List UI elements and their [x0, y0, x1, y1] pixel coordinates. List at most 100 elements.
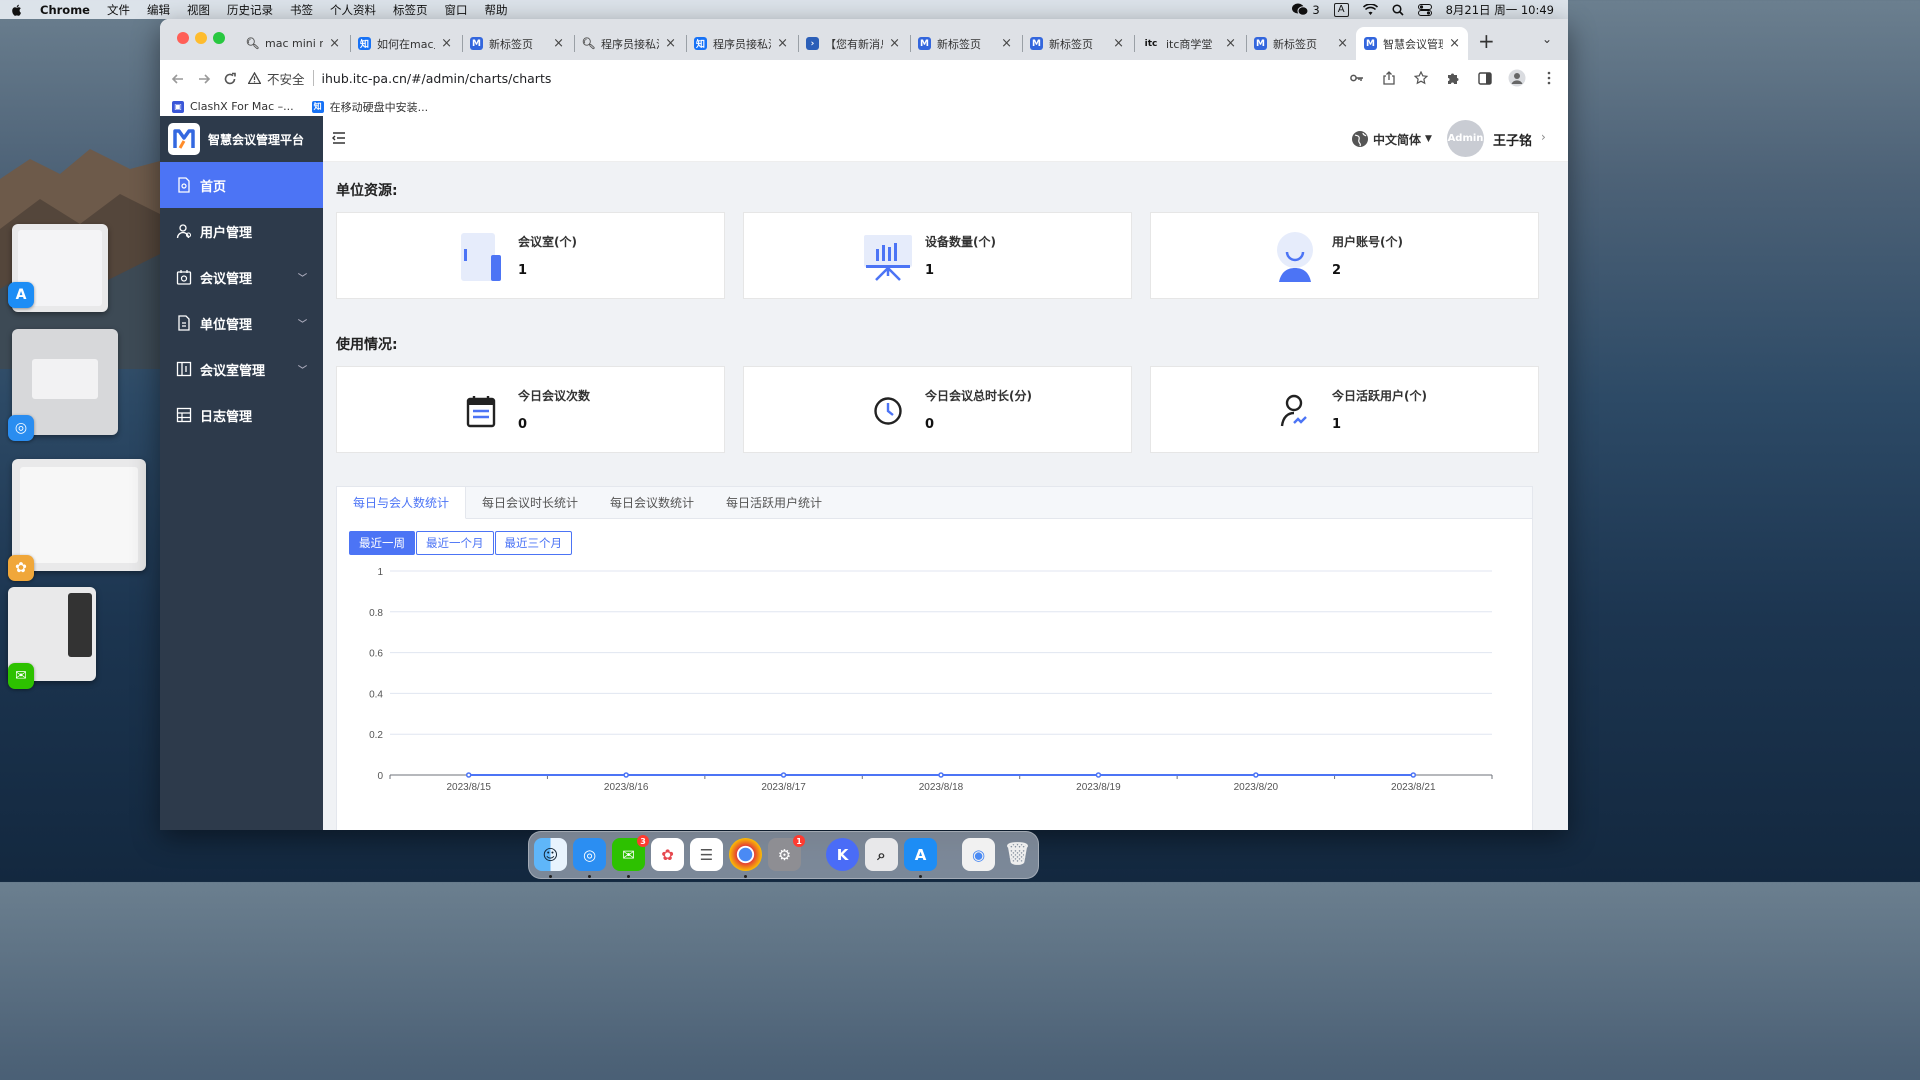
tab-close-icon[interactable]: ×: [1449, 36, 1460, 51]
browser-tab-active[interactable]: M 智慧会议管理 ×: [1356, 27, 1468, 60]
tab-daily-meetings[interactable]: 每日会议数统计: [594, 487, 710, 518]
tab-close-icon[interactable]: ×: [1225, 36, 1236, 51]
browser-tab[interactable]: 知 如何在mac上 ×: [350, 27, 460, 60]
new-tab-button[interactable]: +: [1478, 29, 1495, 53]
password-key-button[interactable]: [1344, 65, 1370, 91]
reload-button[interactable]: [217, 66, 243, 92]
wechat-count: 3: [1312, 2, 1320, 17]
kuaidi-app-icon[interactable]: K: [826, 838, 859, 871]
menu-tabs[interactable]: 标签页: [393, 2, 428, 18]
browser-tab[interactable]: M 新标签页 ×: [910, 27, 1020, 60]
reminders-icon[interactable]: ☰: [690, 838, 723, 871]
preview-icon[interactable]: ⌕: [865, 838, 898, 871]
apple-icon[interactable]: [10, 3, 24, 17]
app-store-icon[interactable]: A: [904, 838, 937, 871]
tab-search-chevron-icon[interactable]: ⌄: [1542, 32, 1552, 46]
photos-mini-icon[interactable]: ✿: [8, 555, 34, 581]
wechat-status[interactable]: 3: [1292, 2, 1320, 17]
avatar[interactable]: Admin: [1447, 120, 1484, 157]
menu-view[interactable]: 视图: [187, 2, 210, 18]
browser-tab[interactable]: M 新标签页 ×: [462, 27, 572, 60]
menubar-clock[interactable]: 8月21日 周一 10:49: [1446, 2, 1554, 18]
chrome-icon[interactable]: [729, 838, 762, 871]
menu-history[interactable]: 历史记录: [227, 2, 273, 18]
tab-close-icon[interactable]: ×: [777, 36, 788, 51]
safari-mini-icon[interactable]: ◎: [8, 415, 34, 441]
browser-tab[interactable]: itc itc商学堂 ×: [1134, 27, 1244, 60]
menu-help[interactable]: 帮助: [484, 2, 507, 18]
language-selector[interactable]: 中文简体 ▼: [1351, 130, 1432, 148]
menu-bookmarks[interactable]: 书签: [290, 2, 313, 18]
browser-tab[interactable]: 知 程序员接私活 ×: [686, 27, 796, 60]
app-store-mini-icon[interactable]: A: [8, 282, 34, 308]
browser-tab[interactable]: 🔍︎ mac mini m2 ×: [238, 27, 348, 60]
safari-icon[interactable]: ◎: [573, 838, 606, 871]
share-button[interactable]: [1376, 65, 1402, 91]
menu-edit[interactable]: 编辑: [147, 2, 170, 18]
control-center-icon[interactable]: [1417, 3, 1432, 16]
tab-close-icon[interactable]: ×: [1001, 36, 1012, 51]
calendar-icon: [455, 385, 507, 437]
close-window-button[interactable]: [177, 32, 189, 44]
stage-window-photos[interactable]: [12, 459, 146, 571]
tab-close-icon[interactable]: ×: [665, 36, 676, 51]
minimize-window-button[interactable]: [195, 32, 207, 44]
browser-menu-button[interactable]: [1536, 65, 1562, 91]
wechat-dock-icon[interactable]: ✉ 3: [612, 835, 649, 871]
back-button[interactable]: [165, 66, 191, 92]
wechat-mini-icon[interactable]: ✉: [8, 663, 34, 689]
collapse-menu-icon[interactable]: [331, 130, 347, 146]
forward-button[interactable]: [191, 66, 217, 92]
range-last-month-button[interactable]: 最近一个月: [416, 531, 494, 555]
menu-app-name[interactable]: Chrome: [40, 3, 90, 17]
trash-icon[interactable]: 🗑︎: [1001, 838, 1034, 871]
browser-tab[interactable]: M 新标签页 ×: [1022, 27, 1132, 60]
wifi-icon[interactable]: [1362, 4, 1378, 15]
y-tick-label: 0.6: [369, 649, 383, 660]
address-bar[interactable]: 不安全 ihub.itc-pa.cn/#/admin/charts/charts: [248, 64, 1478, 92]
photos-icon[interactable]: ✿: [651, 838, 684, 871]
range-last-three-months-button[interactable]: 最近三个月: [494, 531, 572, 555]
bookmark-item[interactable]: 知 在移动硬盘中安装...: [311, 99, 428, 115]
tab-close-icon[interactable]: ×: [553, 36, 564, 51]
bookmark-star-button[interactable]: [1408, 65, 1434, 91]
extensions-button[interactable]: [1440, 65, 1466, 91]
browser-tab[interactable]: 🔍︎ 程序员接私活 ×: [574, 27, 684, 60]
sidebar-item-home[interactable]: 首页: [160, 162, 323, 208]
chevron-down-icon: ﹀: [297, 320, 307, 330]
tab-close-icon[interactable]: ×: [441, 36, 452, 51]
sidebar-item-rooms[interactable]: 会议室管理 ﹀: [160, 346, 323, 392]
tab-close-icon[interactable]: ×: [329, 36, 340, 51]
menu-window[interactable]: 窗口: [444, 2, 467, 18]
zoom-window-button[interactable]: [213, 32, 225, 44]
tab-daily-active-users[interactable]: 每日活跃用户统计: [710, 487, 838, 518]
range-last-week-button[interactable]: 最近一周: [349, 531, 415, 555]
caret-down-icon: ▼: [1425, 134, 1432, 144]
profile-button[interactable]: [1504, 65, 1530, 91]
sidebar-item-users[interactable]: 用户管理: [160, 208, 323, 254]
menu-file[interactable]: 文件: [107, 2, 130, 18]
sidebar-item-org[interactable]: 单位管理 ﹀: [160, 300, 323, 346]
chevron-right-icon[interactable]: ›: [1541, 130, 1546, 144]
system-settings-icon[interactable]: ⚙ 1: [768, 835, 805, 871]
tab-daily-attendees[interactable]: 每日与会人数统计: [337, 487, 467, 519]
tab-close-icon[interactable]: ×: [1113, 36, 1124, 51]
username[interactable]: 王子铭: [1493, 130, 1532, 149]
chrome-installer-icon[interactable]: ◉: [962, 838, 995, 871]
bookmark-item[interactable]: ▣ ClashX For Mac –...: [172, 100, 294, 113]
spotlight-search-icon[interactable]: [1392, 3, 1404, 16]
tab-close-icon[interactable]: ×: [889, 36, 900, 51]
sidebar-brand[interactable]: 智慧会议管理平台: [160, 116, 323, 162]
input-method-indicator[interactable]: A: [1333, 2, 1349, 17]
browser-tab[interactable]: M 新标签页 ×: [1246, 27, 1356, 60]
url-text[interactable]: ihub.itc-pa.cn/#/admin/charts/charts: [322, 71, 552, 86]
finder-icon[interactable]: ☺: [534, 838, 567, 871]
side-panel-button[interactable]: [1472, 65, 1498, 91]
menu-profile[interactable]: 个人资料: [330, 2, 376, 18]
browser-tab[interactable]: › 【您有新消息 ×: [798, 27, 908, 60]
sidebar-item-meetings[interactable]: 会议管理 ﹀: [160, 254, 323, 300]
sidebar-item-logs[interactable]: 日志管理: [160, 392, 323, 438]
insecure-label[interactable]: 不安全: [267, 69, 305, 88]
tab-close-icon[interactable]: ×: [1337, 36, 1348, 51]
tab-daily-duration[interactable]: 每日会议时长统计: [466, 487, 594, 518]
